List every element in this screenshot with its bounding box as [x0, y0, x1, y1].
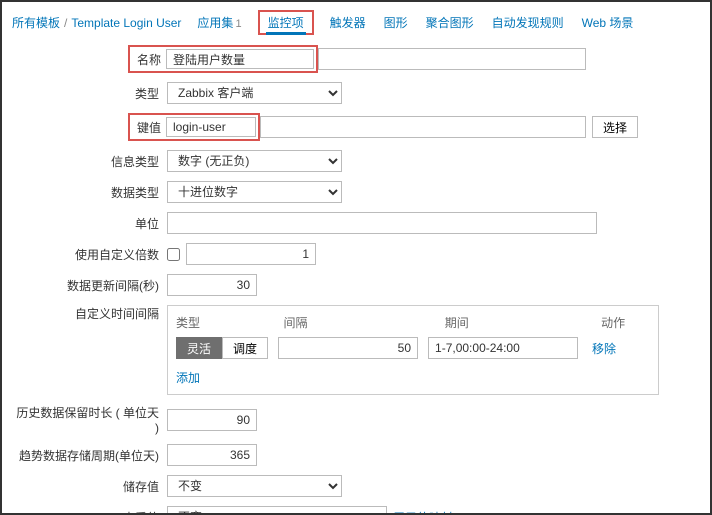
int-col-type: 类型: [176, 314, 284, 331]
seg-scheduling[interactable]: 调度: [222, 337, 268, 359]
tab-items[interactable]: 监控项: [266, 14, 306, 35]
seg-flexible[interactable]: 灵活: [176, 337, 222, 359]
unit-label: 单位: [12, 215, 167, 232]
tab-triggers[interactable]: 触发器: [328, 10, 368, 35]
show-value-select[interactable]: 不变: [167, 506, 387, 515]
show-value-label: 查看值: [12, 509, 167, 515]
history-label: 历史数据保留时长 ( 单位天 ): [12, 404, 167, 435]
interval-add-link[interactable]: 添加: [176, 369, 200, 386]
interval-type-segment: 灵活 调度: [176, 337, 268, 359]
key-input[interactable]: [166, 117, 256, 137]
breadcrumb-root[interactable]: 所有模板: [12, 14, 60, 31]
trends-label: 趋势数据存储周期(单位天): [12, 447, 167, 464]
store-value-select[interactable]: 不变: [167, 475, 342, 497]
data-type-select[interactable]: 十进位数字: [167, 181, 342, 203]
type-label: 类型: [12, 85, 167, 102]
int-col-action: 动作: [601, 314, 650, 331]
show-value-map-link[interactable]: 展示值映射: [393, 509, 453, 515]
interval-remove-link[interactable]: 移除: [592, 340, 616, 357]
store-value-label: 储存值: [12, 478, 167, 495]
info-type-select[interactable]: 数字 (无正负): [167, 150, 342, 172]
breadcrumb: 所有模板 / Template Login User 应用集1 监控项 触发器 …: [12, 10, 700, 35]
name-input-tail[interactable]: [318, 48, 586, 70]
int-col-period: 期间: [445, 314, 601, 331]
update-interval-input[interactable]: [167, 274, 257, 296]
breadcrumb-sep: /: [64, 16, 67, 30]
int-col-interval: 间隔: [284, 314, 445, 331]
custom-intervals-label: 自定义时间间隔: [12, 305, 167, 322]
select-button[interactable]: 选择: [592, 116, 638, 138]
unit-input[interactable]: [167, 212, 597, 234]
multiplier-input: [186, 243, 316, 265]
key-input-tail[interactable]: [260, 116, 586, 138]
tab-graphs[interactable]: 图形: [382, 10, 410, 35]
custom-intervals-panel: 类型 间隔 期间 动作 灵活 调度 移除 添加: [167, 305, 659, 395]
tab-screens[interactable]: 聚合图形: [424, 10, 476, 35]
tab-discovery[interactable]: 自动发现规则: [490, 10, 566, 35]
name-label: 名称: [132, 51, 166, 68]
history-input[interactable]: [167, 409, 257, 431]
interval-value-input[interactable]: [278, 337, 418, 359]
type-select[interactable]: Zabbix 客户端: [167, 82, 342, 104]
info-type-label: 信息类型: [12, 153, 167, 170]
interval-period-input[interactable]: [428, 337, 578, 359]
name-input[interactable]: [166, 49, 314, 69]
trends-input[interactable]: [167, 444, 257, 466]
tab-applications[interactable]: 应用集1: [195, 10, 243, 35]
update-interval-label: 数据更新间隔(秒): [12, 277, 167, 294]
multiplier-label: 使用自定义倍数: [12, 246, 167, 263]
breadcrumb-template[interactable]: Template Login User: [71, 16, 181, 30]
data-type-label: 数据类型: [12, 184, 167, 201]
tab-web[interactable]: Web 场景: [580, 10, 636, 35]
key-label: 键值: [132, 119, 166, 136]
multiplier-checkbox[interactable]: [167, 248, 180, 261]
